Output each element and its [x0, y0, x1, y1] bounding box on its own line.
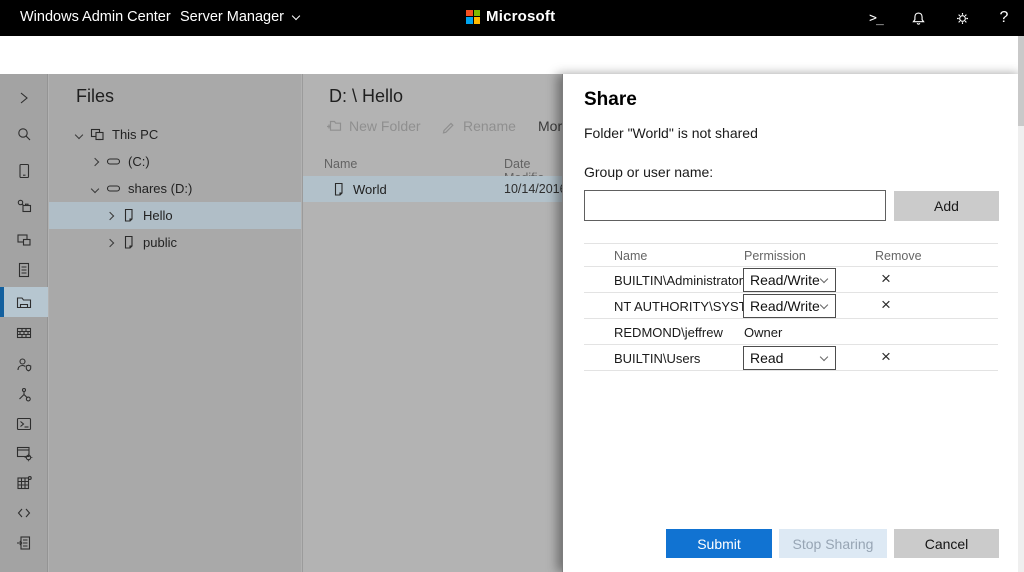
add-button[interactable]: Add — [894, 191, 999, 221]
chevron-down-icon — [819, 274, 829, 283]
chevron-right-icon[interactable] — [105, 238, 115, 247]
pc-icon — [90, 128, 104, 141]
group-user-label: Group or user name: — [584, 164, 714, 180]
content-area: Files This PC (C:) shares (D:) Hello pub… — [0, 74, 1024, 572]
tree-item-c-drive[interactable]: (C:) — [49, 148, 301, 175]
permissions-table: Name Permission Remove BUILTIN\Administr… — [584, 243, 998, 371]
powershell-icon[interactable] — [0, 409, 48, 439]
permission-row-users: BUILTIN\Users Read × — [584, 345, 998, 371]
remove-button[interactable]: × — [875, 268, 897, 290]
owner-permission-text: Owner — [744, 325, 783, 340]
chevron-right-icon[interactable] — [105, 211, 115, 220]
file-date: 10/14/2016 — [504, 182, 562, 196]
chevron-down-icon — [819, 352, 829, 361]
folder-icon — [124, 208, 133, 222]
files-icon[interactable] — [0, 287, 48, 317]
files-panel: Files This PC (C:) shares (D:) Hello pub… — [49, 74, 301, 572]
column-name: Name — [614, 249, 648, 263]
events-icon[interactable] — [0, 255, 48, 285]
remove-button[interactable]: × — [875, 294, 897, 316]
chevron-right-icon[interactable] — [90, 157, 100, 166]
local-users-icon[interactable] — [0, 350, 48, 380]
networks-icon[interactable] — [0, 380, 48, 410]
permission-row-system: NT AUTHORITY\SYSTEM Read/Write × — [584, 293, 998, 319]
chevron-down-icon[interactable] — [74, 130, 84, 139]
share-status-text: Folder "World" is not shared — [584, 125, 758, 141]
microsoft-brand: Microsoft — [466, 8, 555, 25]
certificates-icon[interactable] — [0, 191, 48, 221]
share-panel: Share Folder "World" is not shared Group… — [562, 74, 1024, 572]
new-folder-button[interactable]: New Folder — [326, 118, 421, 134]
remove-button[interactable]: × — [875, 346, 897, 368]
tools-sidebar — [0, 74, 48, 572]
permission-dropdown[interactable]: Read/Write — [743, 268, 836, 292]
microsoft-logo-icon — [466, 9, 480, 24]
file-list-header: Name Date Modifie — [303, 154, 562, 185]
column-name: Name — [324, 157, 358, 171]
chevron-down-icon[interactable] — [90, 184, 100, 193]
scheduled-tasks-icon[interactable] — [0, 528, 48, 558]
app-title: Windows Admin Center — [20, 9, 171, 25]
permission-dropdown[interactable]: Read/Write — [743, 294, 836, 318]
more-button[interactable]: Mor — [538, 118, 562, 134]
processes-icon[interactable] — [0, 438, 48, 468]
permission-row-owner: REDMOND\jeffrew Owner — [584, 319, 998, 345]
new-folder-icon — [327, 120, 342, 131]
file-row-world[interactable]: World 10/14/2016 — [303, 176, 562, 202]
drive-icon — [106, 185, 121, 192]
column-permission: Permission — [744, 249, 806, 263]
stop-sharing-button[interactable]: Stop Sharing — [779, 529, 887, 558]
group-user-input[interactable] — [584, 190, 886, 221]
vertical-scrollbar[interactable] — [1018, 36, 1024, 572]
tree-item-shares-d-drive[interactable]: shares (D:) — [49, 175, 301, 202]
file-name: World — [353, 181, 387, 197]
folder-icon — [334, 182, 343, 196]
chevron-down-icon — [291, 11, 301, 21]
file-toolbar: New Folder Rename Mor — [303, 118, 562, 146]
notifications-bell-icon[interactable] — [900, 0, 936, 36]
current-path-title: D: \ Hello — [329, 86, 404, 106]
submit-button[interactable]: Submit — [666, 529, 772, 558]
search-icon[interactable] — [0, 119, 48, 149]
share-title: Share — [584, 89, 637, 110]
rename-button[interactable]: Rename — [441, 118, 516, 134]
permission-dropdown[interactable]: Read — [743, 346, 836, 370]
files-panel-title: Files — [76, 86, 115, 106]
column-remove: Remove — [875, 249, 922, 263]
tool-header-strip — [0, 36, 1024, 74]
overview-icon[interactable] — [0, 156, 48, 186]
pencil-icon — [442, 122, 454, 134]
folder-icon — [124, 235, 133, 249]
chevron-down-icon — [819, 300, 829, 309]
help-icon[interactable]: ? — [986, 0, 1022, 36]
expand-nav-icon[interactable] — [0, 83, 48, 113]
top-bar: Windows Admin Center Server Manager Micr… — [0, 0, 1024, 36]
server-manager-menu[interactable]: Server Manager — [180, 9, 301, 25]
drive-icon — [106, 158, 121, 165]
firewall-icon[interactable] — [0, 318, 48, 348]
file-list-panel: D: \ Hello New Folder Rename Mor Name Da… — [302, 74, 562, 572]
cancel-button[interactable]: Cancel — [894, 529, 999, 558]
scrollbar-thumb[interactable] — [1018, 36, 1024, 126]
powershell-terminal-icon[interactable]: >_ — [858, 0, 894, 36]
devices-icon[interactable] — [0, 225, 48, 255]
registry-icon[interactable] — [0, 468, 48, 498]
tree-item-hello[interactable]: Hello — [49, 202, 301, 229]
permissions-header: Name Permission Remove — [584, 243, 998, 267]
tree-item-this-pc[interactable]: This PC — [49, 121, 301, 148]
settings-gear-icon[interactable] — [944, 0, 980, 36]
permission-row-administrators: BUILTIN\Administrators Read/Write × — [584, 267, 998, 293]
remote-desktop-icon[interactable] — [0, 498, 48, 528]
tree-item-public[interactable]: public — [49, 229, 301, 256]
